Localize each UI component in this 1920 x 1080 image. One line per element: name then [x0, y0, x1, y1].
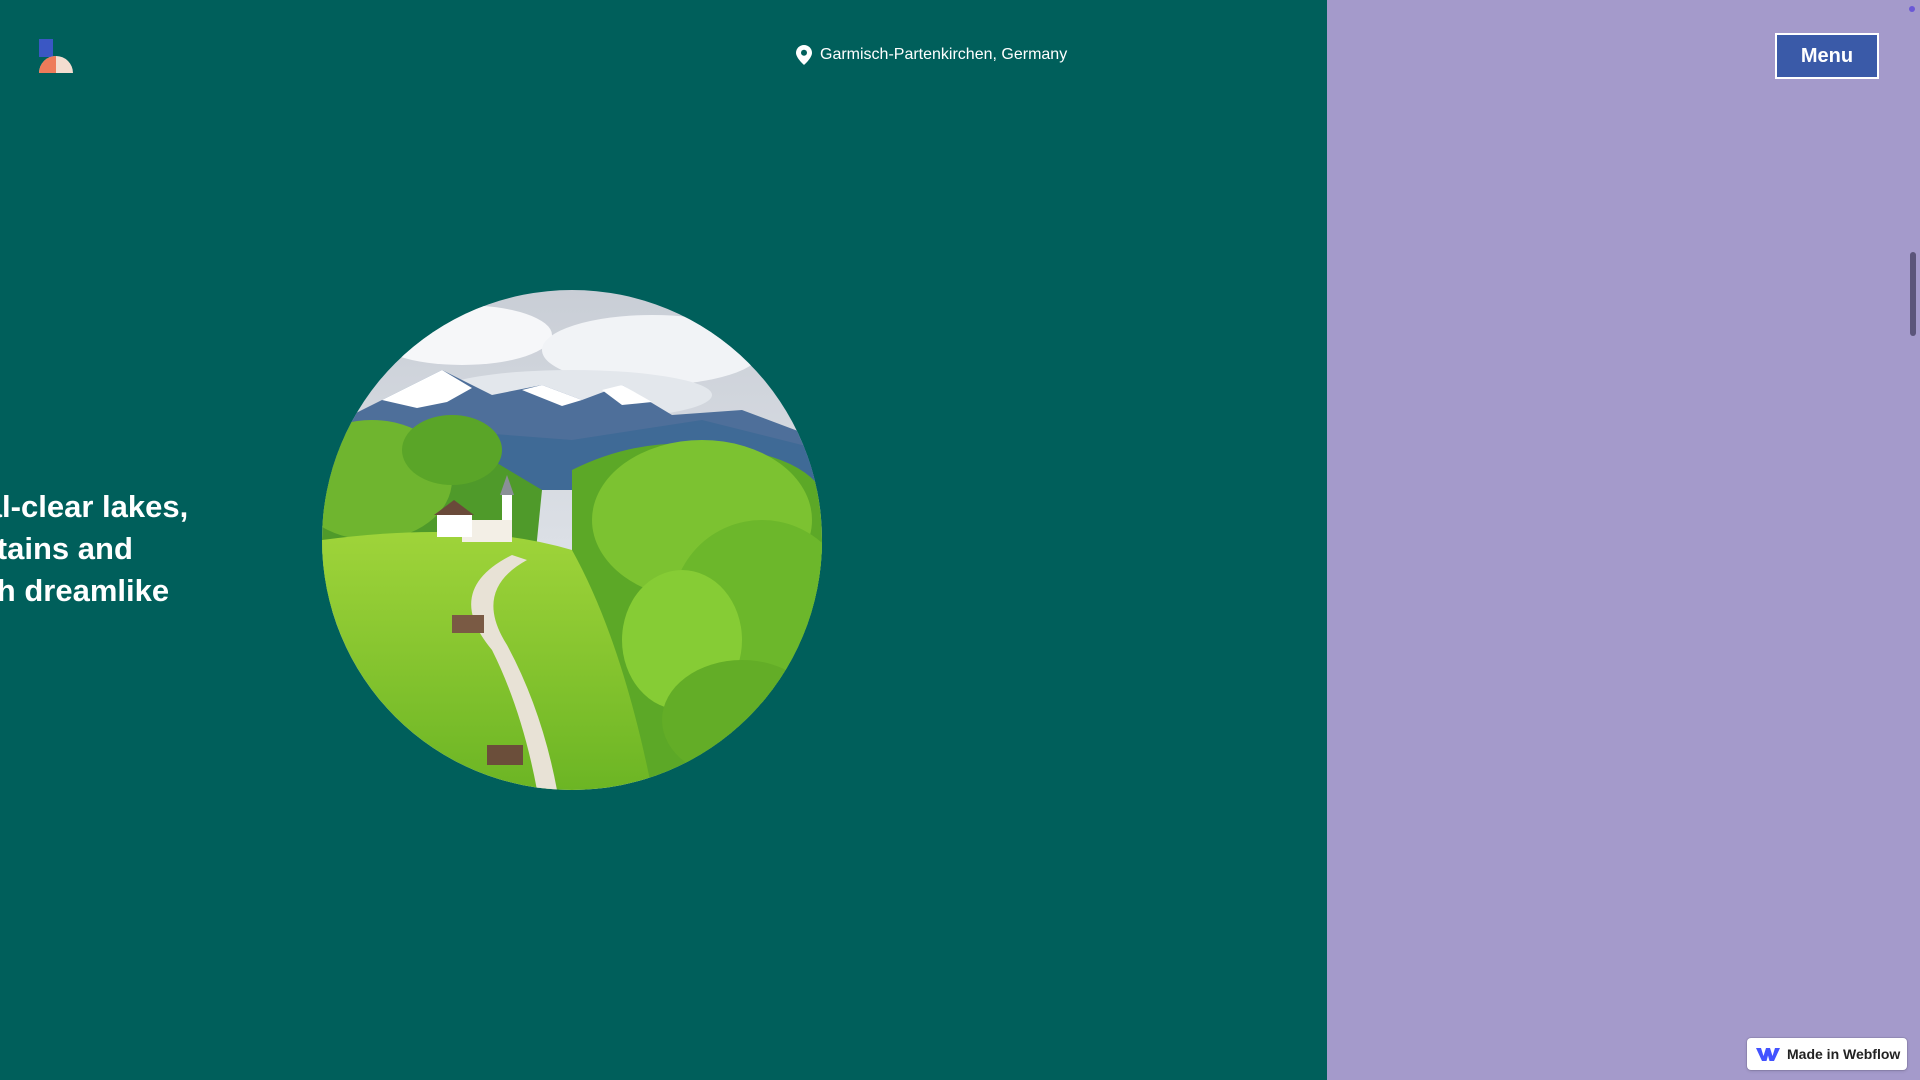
- scrollbar-thumb[interactable]: [1910, 252, 1916, 336]
- hero-line: ystal-clear lakes,: [0, 489, 189, 524]
- made-in-webflow-badge[interactable]: Made in Webflow: [1747, 1038, 1907, 1070]
- site-logo[interactable]: [39, 39, 75, 75]
- map-pin-icon: [796, 45, 812, 65]
- webflow-logo-icon: [1756, 1047, 1780, 1061]
- logo-icon: [39, 39, 73, 73]
- page: Garmisch-Partenkirchen, Germany Menu yst…: [0, 0, 1920, 1080]
- location-text: Garmisch-Partenkirchen, Germany: [820, 46, 1068, 63]
- hero-text: ystal-clear lakes, ountains and ough dre…: [0, 486, 188, 612]
- location-label: Garmisch-Partenkirchen, Germany: [796, 45, 1067, 65]
- indicator-dot: [1909, 6, 1915, 12]
- landscape-photo: [322, 290, 822, 790]
- menu-button[interactable]: Menu: [1775, 33, 1879, 79]
- webflow-badge-label: Made in Webflow: [1787, 1046, 1901, 1062]
- hero-line: ough dreamlike: [0, 573, 170, 608]
- hero-line: ountains and: [0, 531, 133, 566]
- lavender-panel: [1327, 0, 1920, 1080]
